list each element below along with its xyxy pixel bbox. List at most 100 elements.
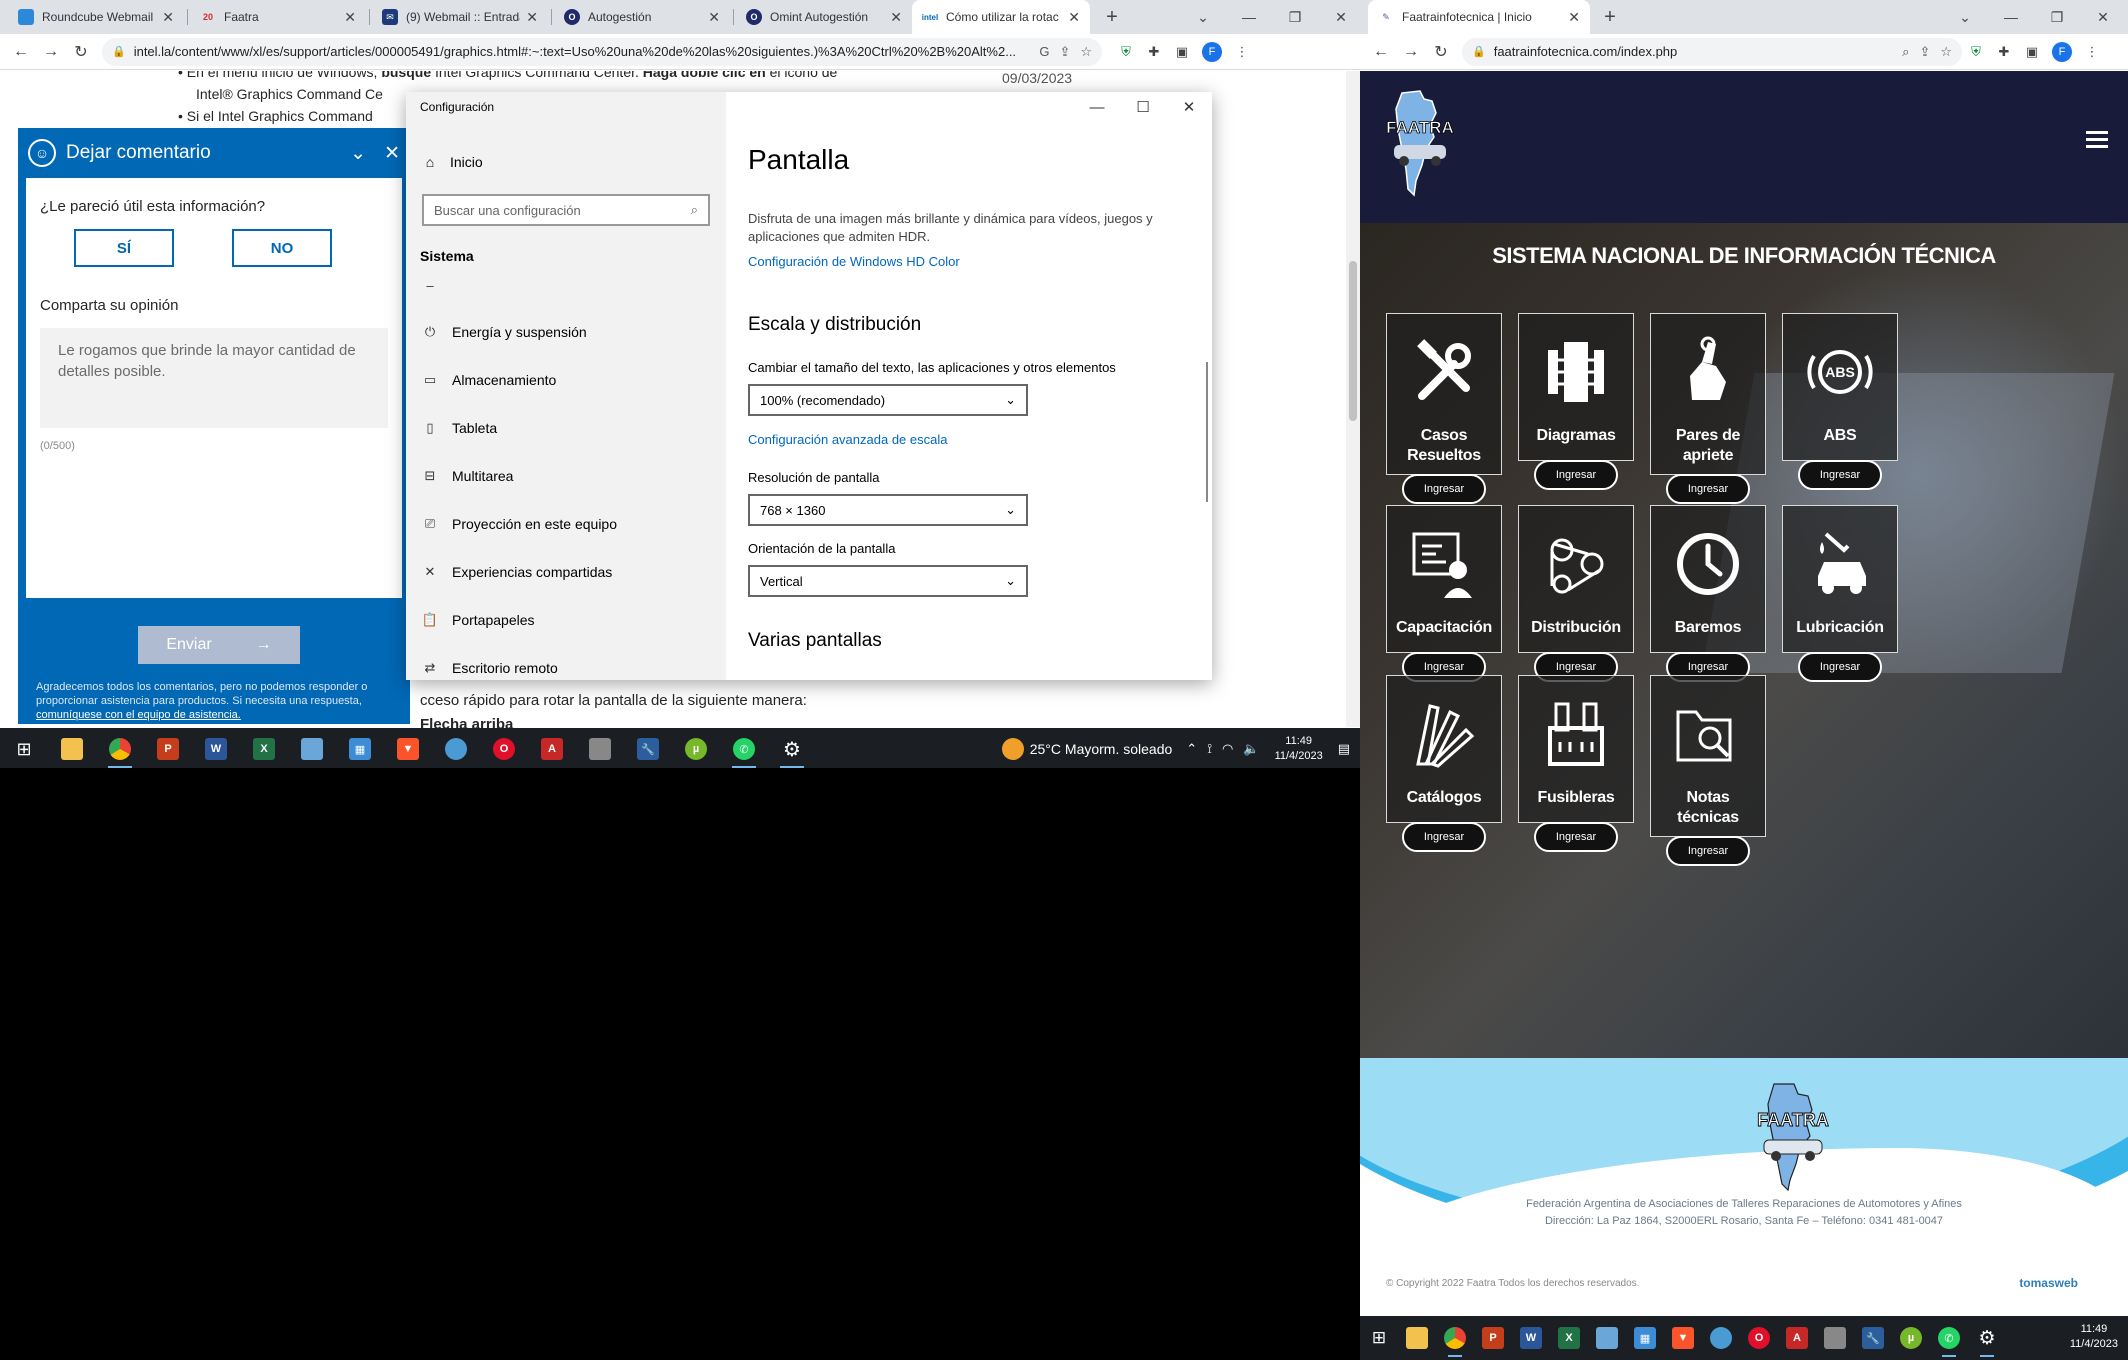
close-icon[interactable]: ✕ [708,9,720,26]
acrobat-app[interactable]: A [1778,1317,1816,1359]
tab-faatrainfotecnica[interactable]: ✎ Faatrainfotecnica | Inicio ✕ [1368,0,1590,34]
sidebar-item-almacenamiento[interactable]: ▭ Almacenamiento [420,372,556,388]
weather-sun-icon[interactable] [1001,738,1024,760]
new-tab-button[interactable]: + [1596,0,1624,34]
back-button[interactable]: ← [6,43,36,61]
close-icon[interactable]: ✕ [344,9,356,26]
close-icon[interactable]: ✕ [526,9,538,26]
card-casos-resueltos[interactable]: Casos Resueltos Ingresar [1386,313,1502,504]
scale-dropdown[interactable]: 100% (recomendado) ⌄ [748,384,1028,416]
utorrent-app[interactable]: µ [1892,1317,1930,1359]
card-capacitacion[interactable]: Capacitación Ingresar [1386,505,1502,682]
hamburger-menu-icon[interactable] [2086,131,2108,152]
acrobat-app[interactable]: A [528,728,576,768]
app-generic[interactable] [288,728,336,768]
app-generic[interactable] [1588,1317,1626,1359]
feedback-textarea[interactable]: Le rogamos que brinde la mayor cantidad … [40,328,388,428]
restore-button[interactable]: ❐ [2034,9,2080,26]
settings-app[interactable]: ⚙ [768,728,816,768]
chrome-app[interactable] [96,728,144,768]
profile-avatar[interactable]: F [1202,41,1222,62]
sidebar-icon[interactable]: ▣ [2018,44,2046,60]
sidebar-item-energia[interactable]: ⏻ Energía y suspensión [420,324,587,340]
send-button[interactable]: Enviar → [138,626,300,664]
app-globe[interactable] [432,728,480,768]
chrome-app[interactable] [1436,1317,1474,1359]
start-button[interactable]: ⊞ [0,728,48,768]
bookmark-star-icon[interactable]: ☆ [1080,44,1092,60]
sidebar-icon[interactable]: ▣ [1168,44,1196,60]
volume-icon[interactable]: 🔈 [1243,741,1259,757]
brave-app[interactable]: ▼ [384,728,432,768]
card-pares-de-apriete[interactable]: Pares de apriete Ingresar [1650,313,1766,504]
new-tab-button[interactable]: + [1098,0,1126,34]
faatra-logo[interactable]: FAATRA [1380,89,1460,199]
orientation-dropdown[interactable]: Vertical ⌄ [748,565,1028,597]
chevron-down-icon[interactable]: ⌄ [350,142,366,165]
close-icon[interactable]: ✕ [1068,9,1080,26]
settings-nav-hidden[interactable]: – [420,278,452,293]
ingresar-button[interactable]: Ingresar [1798,460,1882,490]
calculator-app[interactable]: ▦ [1626,1317,1664,1359]
ingresar-button[interactable]: Ingresar [1534,822,1618,852]
word-app[interactable]: W [192,728,240,768]
tools-app[interactable]: 🔧 [624,728,672,768]
back-button[interactable]: ← [1366,43,1396,61]
minimize-button[interactable]: — [1074,92,1120,122]
whatsapp-app[interactable]: ✆ [1930,1317,1968,1359]
opera-app[interactable]: O [480,728,528,768]
forward-button[interactable]: → [36,43,66,61]
powerpoint-app[interactable]: P [144,728,192,768]
address-bar[interactable]: 🔒 faatrainfotecnica.com/index.php ⌕ ⇪ ☆ [1462,37,1962,66]
settings-scrollbar[interactable] [1206,362,1208,502]
opera-app[interactable]: O [1740,1317,1778,1359]
excel-app[interactable]: X [240,728,288,768]
close-icon[interactable]: ✕ [890,9,902,26]
card-diagramas[interactable]: Diagramas Ingresar [1518,313,1634,490]
restore-button[interactable]: ❐ [1272,9,1318,26]
profile-avatar[interactable]: F [2052,41,2072,62]
extensions-puzzle-icon[interactable]: ✚ [1990,44,2018,60]
tomasweb-credit-link[interactable]: tomasweb [2019,1276,2078,1290]
zoom-icon[interactable]: ⌕ [1902,44,1909,60]
whatsapp-app[interactable]: ✆ [720,728,768,768]
sidebar-item-tableta[interactable]: ▯ Tableta [420,420,497,436]
clock[interactable]: 11:49 11/4/2023 [1275,734,1323,764]
close-icon[interactable]: ✕ [1568,9,1580,26]
usb-app[interactable] [576,728,624,768]
page-scrollbar[interactable] [1346,71,1360,727]
sidebar-item-experiencias[interactable]: ✕ Experiencias compartidas [420,564,613,580]
card-fusibleras[interactable]: Fusibleras Ingresar [1518,675,1634,852]
menu-kebab-icon[interactable]: ⋮ [2078,44,2106,60]
close-icon[interactable]: ✕ [162,9,174,26]
tab-webmail[interactable]: ✉ (9) Webmail :: Entrada ✕ [372,0,548,34]
tab-search-icon[interactable]: ⌄ [1942,9,1988,26]
explorer-app[interactable] [1398,1317,1436,1359]
close-window-button[interactable]: ✕ [2080,9,2126,26]
feedback-header[interactable]: ☺ Dejar comentario ⌄ ✕ [18,128,410,178]
resolution-dropdown[interactable]: 768 × 1360 ⌄ [748,494,1028,526]
sidebar-item-portapapeles[interactable]: 📋 Portapapeles [420,612,535,628]
powerpoint-app[interactable]: P [1474,1317,1512,1359]
notifications-icon[interactable]: ▤ [1338,741,1350,757]
sidebar-item-escritorio[interactable]: ⇄ Escritorio remoto [420,660,558,676]
card-baremos[interactable]: Baremos Ingresar [1650,505,1766,682]
utorrent-app[interactable]: µ [672,728,720,768]
network-icon[interactable]: ⟟ [1207,741,1212,757]
weather-text[interactable]: 25°C Mayorm. soleado [1030,741,1173,757]
card-lubricacion[interactable]: Lubricación Ingresar [1782,505,1898,682]
card-notas-tecnicas[interactable]: Notas técnicas Ingresar [1650,675,1766,866]
card-distribucion[interactable]: Distribución Ingresar [1518,505,1634,682]
card-abs[interactable]: ABS ABS Ingresar [1782,313,1898,490]
tab-intel[interactable]: intel Cómo utilizar la rotac ✕ [912,0,1090,34]
reload-button[interactable]: ↻ [1426,42,1456,62]
support-link[interactable]: comuníquese con el equipo de asistencia. [36,709,241,721]
ingresar-button[interactable]: Ingresar [1666,836,1750,866]
advanced-scale-link[interactable]: Configuración avanzada de escala [748,432,947,447]
no-button[interactable]: NO [232,229,332,267]
shield-extension-icon[interactable]: ⛨ [1962,44,1990,60]
tab-search-icon[interactable]: ⌄ [1180,9,1226,26]
word-app[interactable]: W [1512,1317,1550,1359]
card-catalogos[interactable]: Catálogos Ingresar [1386,675,1502,852]
ingresar-button[interactable]: Ingresar [1666,474,1750,504]
